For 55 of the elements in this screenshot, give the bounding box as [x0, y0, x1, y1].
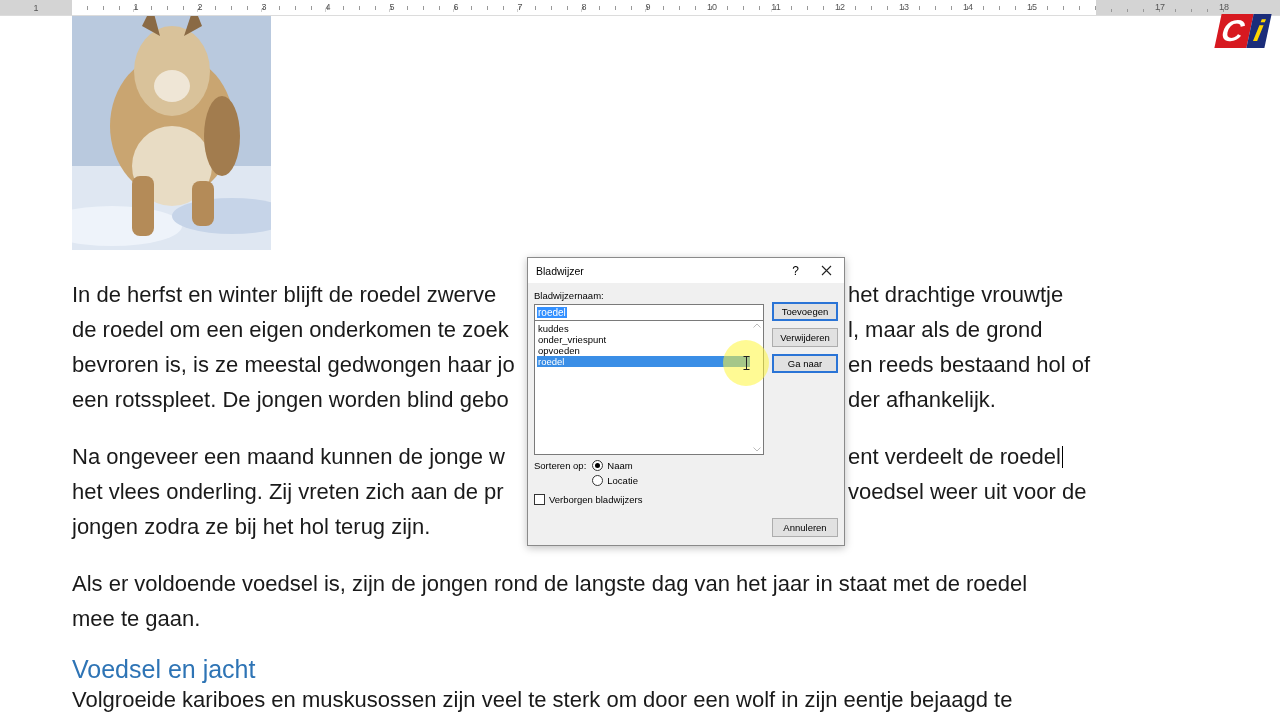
radio-label[interactable]: Locatie	[607, 475, 638, 486]
ruler-number: 13	[899, 3, 909, 12]
logo: C i	[1214, 14, 1272, 48]
text-line: en reeds bestaand hol of	[848, 351, 1091, 378]
ruler-number: 1	[133, 3, 139, 12]
text-line: bevroren is, is ze meestal gedwongen haar jo	[72, 351, 515, 378]
text-line: de roedel om een eigen onderkomen te zoek	[72, 316, 509, 343]
ruler-number: 15	[1027, 3, 1037, 12]
text-line: der afhankelijk.	[848, 386, 996, 413]
ruler-number: 5	[389, 3, 395, 12]
list-item[interactable]: kuddes	[537, 323, 750, 334]
list-item[interactable]: opvoeden	[537, 345, 750, 356]
ruler-number: 11	[771, 3, 781, 12]
text-line: voedsel weer uit voor de	[848, 478, 1087, 505]
text-line: het vlees onderling. Zij vreten zich aan de pr	[72, 478, 504, 505]
field-label: Bladwijzernaam:	[534, 290, 605, 301]
radio-label[interactable]: Naam	[607, 460, 633, 471]
dialog-title: Bladwijzer	[536, 264, 585, 277]
ruler-number: 4	[325, 3, 331, 12]
radio-button[interactable]	[592, 475, 604, 486]
radio-button[interactable]	[592, 460, 604, 471]
sort-label: Sorteren op:	[534, 460, 587, 473]
help-button[interactable]: ?	[782, 263, 809, 278]
ruler-number: 7	[517, 3, 523, 12]
text-cursor-icon	[742, 356, 750, 370]
text-line: een rotsspleet. De jongen worden blind gebo	[72, 386, 509, 413]
ruler-number: 18	[1219, 3, 1229, 12]
dialog-button[interactable]: Toevoegen	[772, 302, 838, 321]
ruler-number: 8	[581, 3, 587, 12]
ruler-number: 14	[963, 3, 973, 12]
ruler-number: 12	[835, 3, 845, 12]
dialog-button[interactable]: Verwijderen	[772, 328, 838, 347]
checkbox-label[interactable]: Verborgen bladwijzers	[549, 494, 643, 505]
list-item[interactable]: onder_vriespunt	[537, 334, 750, 345]
cancel-button[interactable]: Annuleren	[772, 518, 838, 537]
text-line: In de herfst en winter blijft de roedel zwerve	[72, 281, 497, 308]
ruler-number: 6	[453, 3, 459, 12]
text-line: Als er voldoende voedsel is, zijn de jongen rond de langste dag van het jaar in staat met de roedel	[72, 570, 1028, 597]
text-line: l, maar als de grond	[848, 316, 1043, 343]
ruler-number: 2	[197, 3, 203, 12]
ruler-number: 17	[1155, 3, 1165, 12]
text-line: het drachtige vrouwtje	[848, 281, 1064, 308]
section-heading: Voedsel en jacht	[72, 654, 257, 685]
ruler-number: 3	[261, 3, 267, 12]
ruler-number: 1	[33, 2, 39, 13]
text-line: ent verdeelt de roedel	[848, 443, 1061, 470]
text-line: Volgroeide kariboes en muskusossen zijn veel te sterk om door een wolf in zijn eentje bejaagd te	[72, 686, 1013, 713]
ruler-number: 10	[707, 3, 717, 12]
text-line: jongen zodra ze bij het hol terug zijn.	[72, 513, 431, 540]
ruler-number: 9	[645, 3, 651, 12]
bookmark-list[interactable]: kuddes onder_vriespunt opvoeden roedel	[534, 321, 764, 455]
text-line: Na ongeveer een maand kunnen de jonge w	[72, 443, 505, 470]
text-line: mee te gaan.	[72, 605, 201, 632]
dialog-button[interactable]: Ga naar	[772, 354, 838, 373]
checkbox[interactable]	[534, 494, 545, 505]
